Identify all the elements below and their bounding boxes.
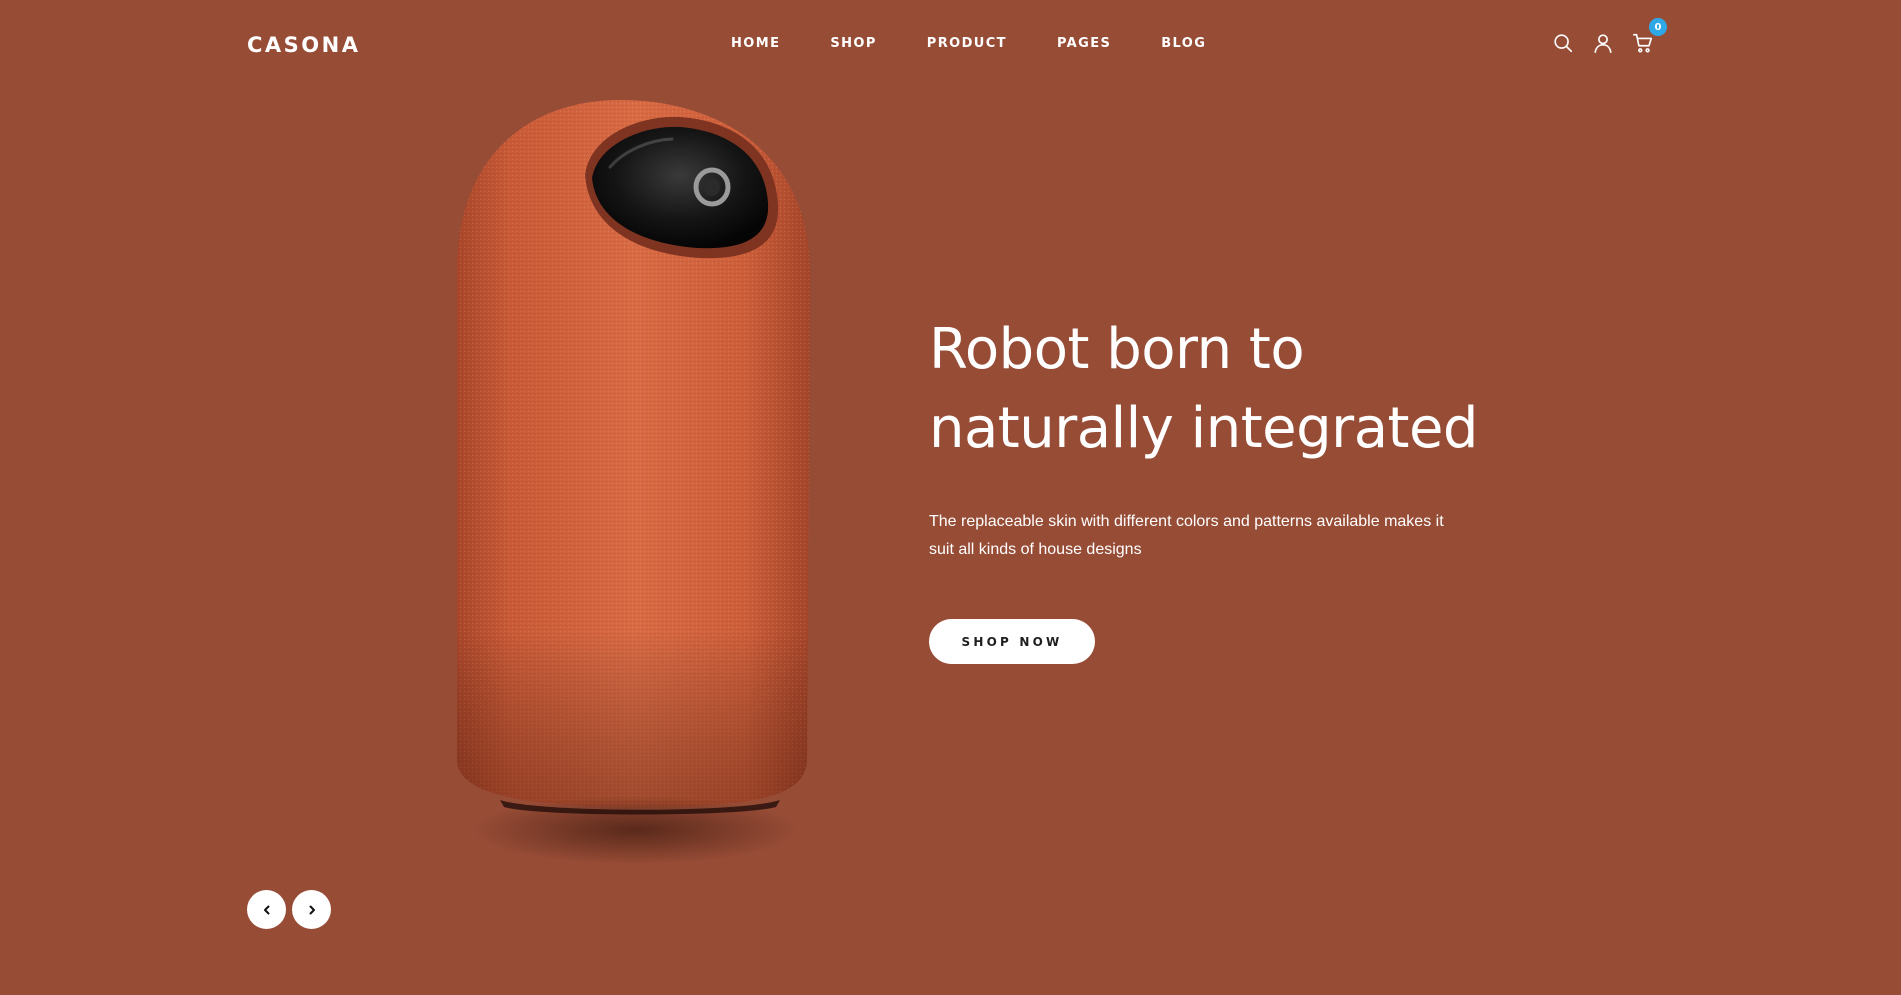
hero-page: CASONA HOME SHOP PRODUCT PAGES BLOG 0 Ro… — [0, 0, 1901, 995]
nav-pages[interactable]: PAGES — [1057, 36, 1111, 51]
hero-description-line-2: suit all kinds of house designs — [929, 541, 1142, 558]
cart-button[interactable]: 0 — [1630, 18, 1667, 56]
chevron-right-icon — [309, 905, 315, 914]
shop-now-button[interactable]: SHOP NOW — [929, 619, 1095, 664]
hero-title-line-2: naturally integrated — [929, 396, 1478, 461]
hero-description-line-1: The replaceable skin with different colo… — [929, 513, 1444, 530]
nav-blog[interactable]: BLOG — [1161, 36, 1206, 51]
slider-prev-button[interactable] — [247, 890, 286, 929]
account-button[interactable] — [1590, 30, 1616, 56]
product-shadow — [470, 795, 800, 865]
hero-title-line-1: Robot born to — [929, 317, 1305, 382]
brand-logo[interactable]: CASONA — [247, 33, 360, 57]
chevron-left-icon — [263, 905, 269, 914]
hero-description: The replaceable skin with different colo… — [929, 508, 1469, 564]
nav-product[interactable]: PRODUCT — [927, 36, 1007, 51]
robot-illustration — [457, 100, 810, 815]
slider-next-button[interactable] — [292, 890, 331, 929]
hero-title: Robot born to naturally integrated — [929, 310, 1529, 468]
main-nav: HOME SHOP PRODUCT PAGES BLOG — [731, 36, 1206, 51]
user-icon — [1594, 34, 1612, 53]
cart-icon — [1633, 33, 1653, 53]
nav-home[interactable]: HOME — [731, 36, 780, 51]
search-icon — [1554, 34, 1573, 53]
product-image — [440, 95, 890, 915]
search-button[interactable] — [1550, 30, 1576, 56]
header-actions: 0 — [1550, 18, 1667, 56]
slider-controls — [247, 890, 331, 929]
nav-shop[interactable]: SHOP — [830, 36, 876, 51]
cart-count-badge: 0 — [1649, 18, 1667, 36]
